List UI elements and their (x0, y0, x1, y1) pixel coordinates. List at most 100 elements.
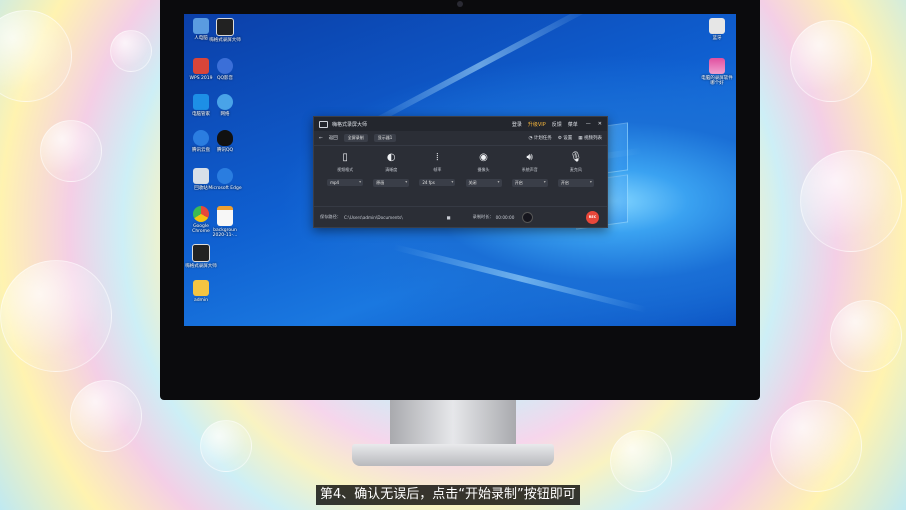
wps-icon (193, 58, 209, 74)
grid-icon: ▦ (578, 136, 583, 141)
qq-penguin-icon (217, 130, 233, 146)
feedback-link[interactable]: 反馈 (552, 121, 562, 128)
module-label: 系统声音 (521, 167, 538, 172)
subtitle-caption: 第4、确认无误后，点击“开始录制”按钮即可 (316, 485, 580, 505)
microphone-icon: 🎙︎ (569, 152, 583, 163)
module-label: 麦克风 (569, 167, 582, 172)
folder-open-icon[interactable]: ■ (447, 215, 451, 220)
desktop-icon-admin-folder[interactable]: admin (184, 280, 218, 303)
system-sound-select[interactable]: 开启 (511, 179, 548, 187)
gear-icon: ⚙ (557, 136, 562, 141)
module-video-format: ▯ 视频格式 mp4 (327, 152, 364, 187)
app-logo-icon (319, 120, 328, 128)
microphone-select[interactable]: 开启 (557, 179, 594, 187)
bubble-decoration (770, 400, 862, 492)
menu-link[interactable]: 菜单 (568, 121, 578, 128)
file-icon: ▯ (342, 152, 348, 163)
schedule-task-label: 计划任务 (533, 136, 552, 141)
desktop-icon-recorder-2[interactable]: 嗨格式录屏大师 (208, 18, 242, 43)
module-microphone: 🎙︎ 麦克风 开启 (557, 152, 594, 187)
contrast-icon: ◐ (386, 152, 396, 163)
bubble-decoration (830, 300, 902, 372)
desktop-icon-edge[interactable]: Microsoft Edge (208, 168, 242, 191)
network-globe-icon (217, 94, 233, 110)
desktop-icon-network[interactable]: 网络 (208, 94, 242, 117)
save-path-value: C:\Users\admin\Documents\ (343, 214, 403, 220)
recycle-bin-icon (193, 168, 209, 184)
desktop-icon-background-image[interactable]: backgroun 2020-11-... (208, 206, 242, 238)
module-label: 摄像头 (477, 167, 490, 172)
module-label: 帧率 (433, 167, 442, 172)
quality-select[interactable]: 原画 (373, 179, 410, 187)
computer-icon (193, 18, 209, 34)
bubble-decoration (70, 380, 142, 452)
image-file-icon (217, 206, 233, 226)
desktop-screen: 人电脑 WPS 2019 电脑管家 腾讯云盘 回收站 Google Chrome… (184, 14, 736, 326)
video-format-select[interactable]: mp4 (327, 179, 364, 186)
light-beam (362, 14, 595, 130)
app-toolbar: ← 返回 全屏录制 显示器1 ◔ 计划任务 ⚙ 设置 ▦ 视频列表 (314, 131, 607, 146)
framerate-select[interactable]: 24 fps (419, 179, 456, 186)
bubble-decoration (0, 10, 72, 102)
back-arrow-icon[interactable]: ← (319, 136, 323, 141)
back-label: 返回 (328, 136, 338, 141)
desktop-icon-recorder[interactable]: 嗨格式录屏大师 (184, 244, 218, 269)
close-button[interactable]: ✕ (598, 121, 602, 127)
bubble-decoration (800, 150, 902, 252)
timer-label: 录制时长： (472, 214, 494, 219)
bubble-decoration (110, 30, 152, 72)
recorder-icon (192, 244, 210, 262)
bubble-decoration (790, 20, 872, 102)
bubble-decoration (610, 430, 672, 492)
document-icon (709, 18, 725, 34)
edge-icon (217, 168, 233, 184)
chrome-icon (193, 206, 209, 222)
video-player-icon (217, 58, 233, 74)
clock-icon: ◔ (528, 136, 533, 141)
app-titlebar: 嗨格式录屏大师 登录 升级VIP 反馈 菜单 — ✕ (314, 117, 607, 131)
video-list-button[interactable]: ▦ 视频列表 (578, 135, 602, 141)
background-bubbles: 人电脑 WPS 2019 电脑管家 腾讯云盘 回收站 Google Chrome… (0, 0, 906, 510)
mouse-cursor-icon (522, 212, 533, 223)
recorder-icon (216, 18, 234, 36)
bubble-decoration (0, 260, 112, 372)
camera-select[interactable]: 关闭 (465, 179, 502, 187)
display-select[interactable]: 显示器1 (373, 134, 397, 142)
recorder-app-window: 嗨格式录屏大师 登录 升级VIP 反馈 菜单 — ✕ ← 返回 全屏录制 显示器… (313, 116, 608, 228)
desktop-icon-right-document[interactable]: 蓝牙 (700, 18, 734, 41)
start-recording-button[interactable]: REC (586, 211, 599, 224)
video-list-label: 视频列表 (584, 136, 602, 141)
app-title: 嗨格式录屏大师 (332, 121, 368, 128)
camera-icon: ◉ (479, 152, 488, 163)
timer-value: 00:00:00 (495, 214, 515, 220)
settings-modules: ▯ 视频格式 mp4 ◐ 清晰度 原画 ⦙ 帧率 24 fps ◉ 摄像头 (314, 146, 607, 187)
module-label: 视频格式 (337, 167, 354, 172)
module-framerate: ⦙ 帧率 24 fps (419, 152, 456, 187)
desktop-icon-qq[interactable]: 腾讯QQ (208, 130, 242, 153)
settings-button[interactable]: ⚙ 设置 (558, 135, 572, 141)
schedule-task-button[interactable]: ◔ 计划任务 (528, 135, 551, 141)
save-path-label: 保存路径： (320, 214, 341, 219)
upgrade-vip-link[interactable]: 升级VIP (528, 121, 546, 128)
monitor-stand-base (352, 444, 554, 466)
cloud-s-icon (193, 130, 209, 146)
image-file-icon (709, 58, 725, 74)
desktop-icon-qq-player[interactable]: QQ影音 (208, 58, 242, 81)
monitor-stand (390, 400, 516, 448)
record-mode-select[interactable]: 全屏录制 (343, 134, 368, 142)
minimize-button[interactable]: — (586, 121, 591, 127)
module-camera: ◉ 摄像头 关闭 (465, 152, 502, 187)
light-beam (393, 244, 648, 313)
bubble-decoration (40, 120, 102, 182)
desktop-icon-right-image[interactable]: 电脑的录屏软件哪个好 (700, 58, 734, 86)
app-footer: 保存路径： C:\Users\admin\Documents\ ■ 录制时长： … (314, 206, 607, 227)
camera-icon (457, 1, 463, 7)
login-link[interactable]: 登录 (512, 121, 522, 128)
audio-wave-icon: ⦙ (436, 152, 439, 163)
module-system-sound: 🔊︎ 系统声音 开启 (511, 152, 548, 187)
speaker-icon: 🔊︎ (526, 152, 533, 163)
shield-icon (193, 94, 209, 110)
module-label: 清晰度 (385, 167, 398, 172)
module-quality: ◐ 清晰度 原画 (373, 152, 410, 187)
settings-label: 设置 (563, 136, 573, 141)
